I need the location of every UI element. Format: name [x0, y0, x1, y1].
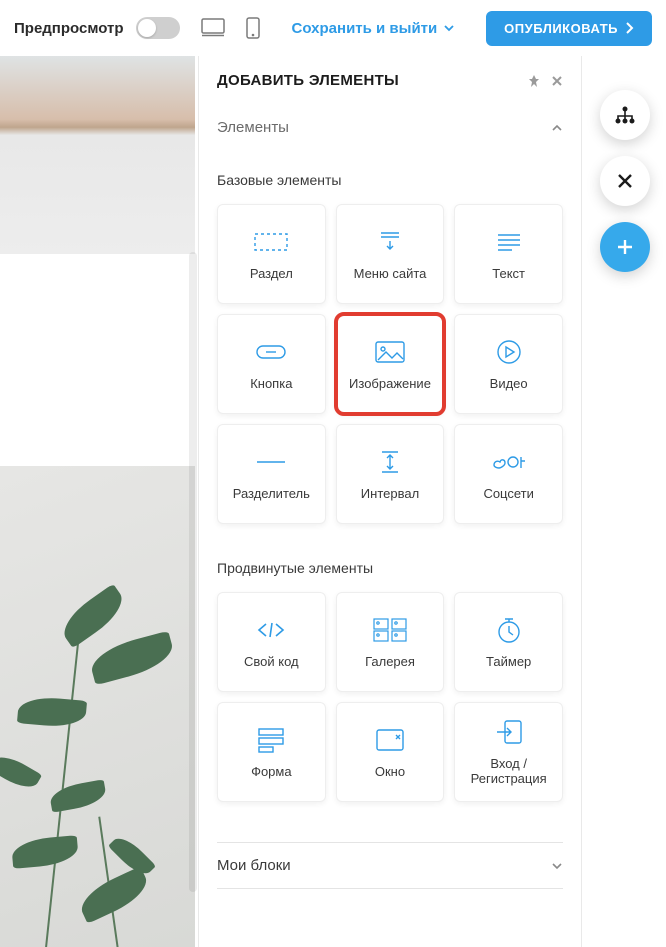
divider-icon [255, 447, 287, 477]
panel-subtitle: Элементы [217, 119, 289, 136]
tile-label: Форма [251, 765, 292, 780]
mobile-icon[interactable] [240, 15, 266, 41]
tile-label: Текст [492, 267, 525, 282]
publish-button[interactable]: ОПУБЛИКОВАТЬ [486, 11, 652, 46]
tile-label: Видео [490, 377, 528, 392]
spacer-icon [378, 447, 402, 477]
tile-social[interactable]: Соцсети [454, 424, 563, 524]
collapse-elements-icon[interactable] [551, 122, 563, 134]
timer-icon [496, 615, 522, 645]
text-lines-icon [496, 227, 522, 257]
advanced-section-label: Продвинутые элементы [217, 560, 563, 576]
save-exit-dropdown[interactable]: Сохранить и выйти [292, 20, 456, 37]
basic-elements-grid: Раздел Меню сайта Текст Кнопка Изображен… [217, 204, 563, 524]
tile-divider[interactable]: Разделитель [217, 424, 326, 524]
my-blocks-row[interactable]: Мои блоки [217, 843, 563, 888]
menu-tap-icon [377, 227, 403, 257]
add-button[interactable] [600, 222, 650, 272]
pin-icon[interactable] [527, 74, 541, 88]
button-pill-icon [256, 337, 286, 367]
desktop-icon[interactable] [200, 15, 226, 41]
close-panel-button[interactable] [600, 156, 650, 206]
social-icons-icon [491, 447, 527, 477]
canvas-gap [0, 254, 195, 466]
tile-label: Интервал [361, 487, 419, 502]
close-icon [616, 172, 634, 190]
elements-panel: ДОБАВИТЬ ЭЛЕМЕНТЫ Элементы Базовые элеме… [198, 56, 582, 947]
tile-label: Разделитель [233, 487, 310, 502]
tile-label: Кнопка [250, 377, 292, 392]
tile-label: Свой код [244, 655, 299, 670]
tile-button[interactable]: Кнопка [217, 314, 326, 414]
top-toolbar: Предпросмотр Сохранить и выйти ОПУБЛИКОВ… [0, 0, 666, 56]
tile-video[interactable]: Видео [454, 314, 563, 414]
gallery-icon [373, 615, 407, 645]
canvas-area [0, 56, 195, 947]
window-icon [375, 725, 405, 755]
tile-gallery[interactable]: Галерея [336, 592, 445, 692]
image-icon [375, 337, 405, 367]
tile-label: Таймер [486, 655, 531, 670]
advanced-elements-grid: Свой код Галерея Таймер Форма Окно Вход … [217, 592, 563, 802]
tile-spacer[interactable]: Интервал [336, 424, 445, 524]
chevron-down-icon [551, 860, 563, 872]
sitemap-icon [614, 105, 636, 125]
tile-label: Вход / Регистрация [459, 757, 558, 787]
video-play-icon [496, 337, 522, 367]
tile-timer[interactable]: Таймер [454, 592, 563, 692]
tile-label: Соцсети [483, 487, 533, 502]
tile-label: Раздел [250, 267, 293, 282]
tile-section[interactable]: Раздел [217, 204, 326, 304]
section-icon [254, 227, 288, 257]
publish-label: ОПУБЛИКОВАТЬ [504, 21, 618, 36]
scrollbar[interactable] [189, 252, 197, 892]
chevron-down-icon [443, 22, 455, 34]
tile-label: Галерея [365, 655, 415, 670]
canvas-image-shelf [0, 56, 195, 254]
tile-text[interactable]: Текст [454, 204, 563, 304]
plus-icon [615, 237, 635, 257]
code-icon [256, 615, 286, 645]
save-exit-label: Сохранить и выйти [292, 20, 438, 37]
preview-toggle[interactable] [136, 17, 180, 39]
chevron-right-icon [624, 22, 634, 34]
panel-title: ДОБАВИТЬ ЭЛЕМЕНТЫ [217, 72, 399, 89]
tile-login-register[interactable]: Вход / Регистрация [454, 702, 563, 802]
canvas-image-plant [0, 466, 195, 947]
sitemap-button[interactable] [600, 90, 650, 140]
preview-label: Предпросмотр [14, 20, 124, 37]
tile-label: Изображение [349, 377, 431, 392]
basic-section-label: Базовые элементы [217, 172, 563, 188]
tile-label: Окно [375, 765, 405, 780]
tile-form[interactable]: Форма [217, 702, 326, 802]
tile-label: Меню сайта [354, 267, 427, 282]
tile-custom-code[interactable]: Свой код [217, 592, 326, 692]
my-blocks-label: Мои блоки [217, 857, 291, 874]
close-icon[interactable] [551, 75, 563, 87]
form-icon [257, 725, 285, 755]
floating-actions [600, 90, 650, 272]
login-icon [495, 717, 523, 747]
tile-window[interactable]: Окно [336, 702, 445, 802]
tile-image[interactable]: Изображение [336, 314, 445, 414]
tile-site-menu[interactable]: Меню сайта [336, 204, 445, 304]
section-divider [217, 888, 563, 889]
